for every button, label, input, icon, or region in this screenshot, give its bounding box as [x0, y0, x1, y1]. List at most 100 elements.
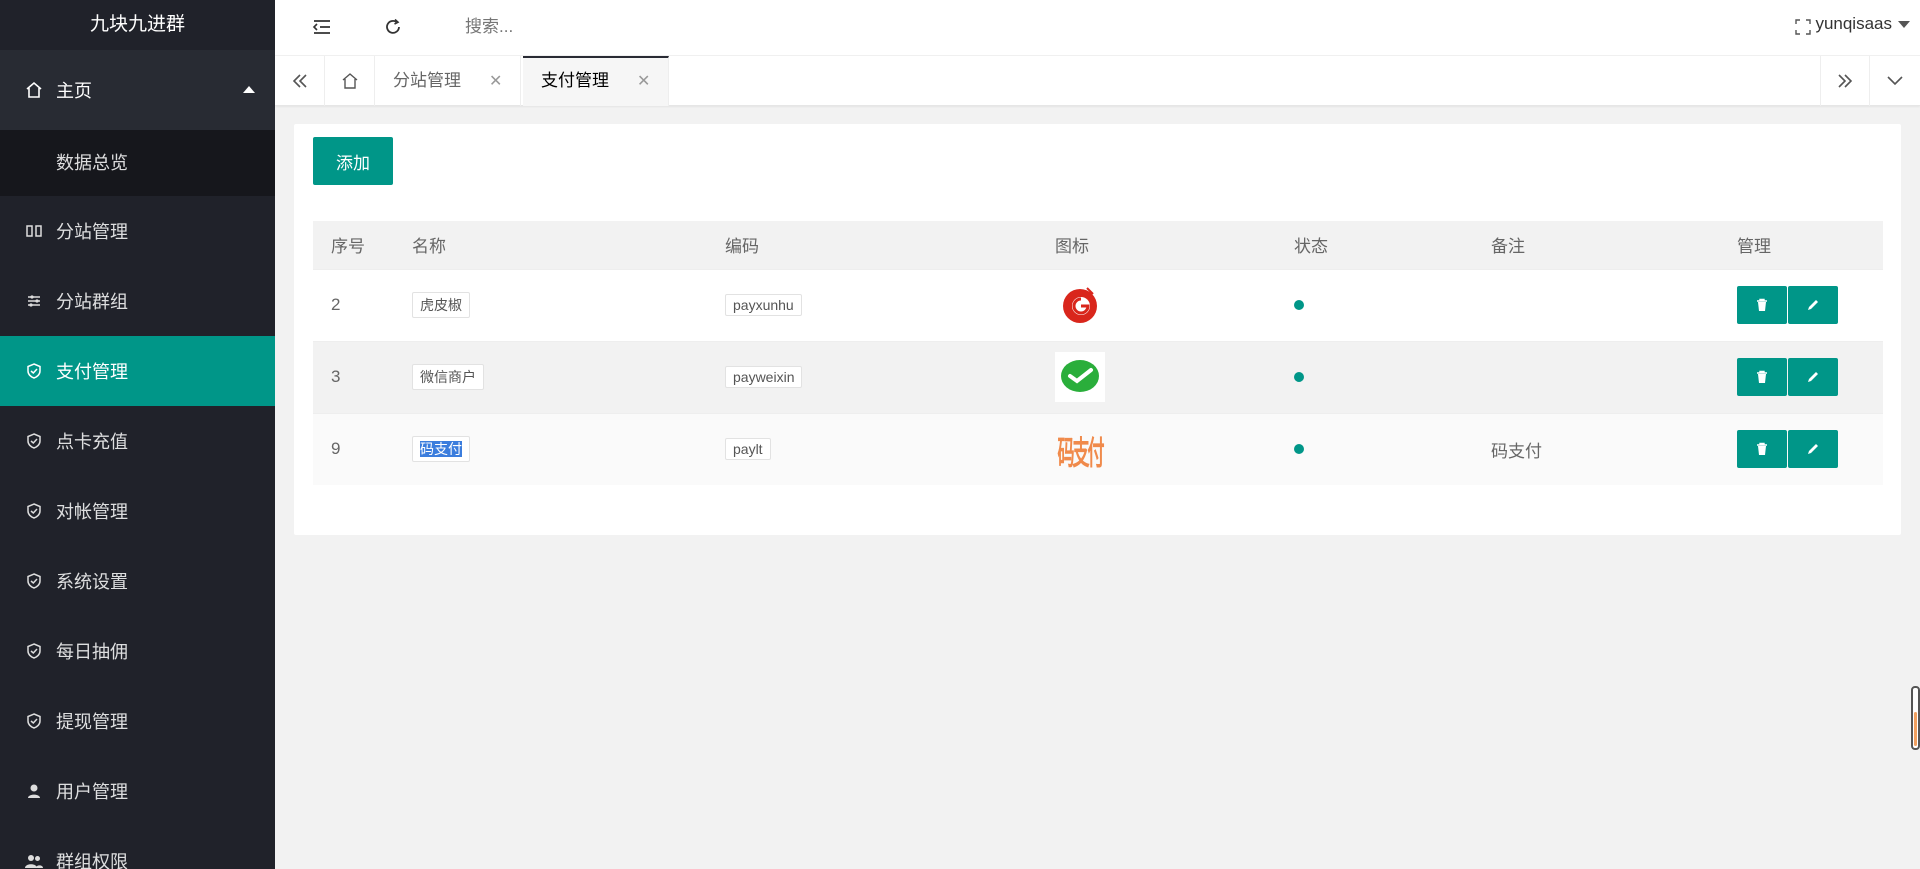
column-header: 备注	[1473, 221, 1719, 269]
sidebar-item-label: 群组权限	[56, 852, 128, 869]
shield-check-icon	[24, 641, 44, 661]
sidebar-item-label: 提现管理	[56, 712, 128, 732]
close-icon[interactable]: ✕	[489, 73, 502, 90]
edit-button[interactable]	[1788, 430, 1838, 469]
cell-remark	[1473, 268, 1719, 341]
pencil-icon	[1808, 300, 1818, 310]
name-tag: 微信商户	[412, 364, 484, 390]
table-row: 3 微信商户 payweixin	[313, 340, 1883, 413]
sidebar-item-home[interactable]: 主页	[0, 50, 275, 130]
table-row: 2 虎皮椒 payxunhu	[313, 268, 1883, 341]
search-input[interactable]	[465, 12, 765, 42]
cell-id: 9	[313, 412, 394, 485]
refresh-icon[interactable]	[378, 12, 408, 42]
user-icon	[24, 781, 44, 801]
column-header: 图标	[1037, 221, 1276, 269]
status-dot	[1294, 444, 1304, 455]
cell-remark: 码支付	[1473, 412, 1719, 485]
scrollbar-thumb[interactable]	[1911, 686, 1920, 750]
column-header: 编码	[707, 221, 1037, 269]
app-title: 九块九进群	[0, 0, 275, 50]
top-header: yunqisaas	[275, 0, 1920, 56]
sidebar-item-label: 用户管理	[56, 782, 128, 802]
tab-bar: 分站管理 ✕ 支付管理 ✕	[275, 56, 1920, 106]
edit-button[interactable]	[1788, 286, 1838, 324]
tab-substation[interactable]: 分站管理 ✕	[375, 56, 522, 106]
shield-check-icon	[24, 431, 44, 451]
tab-label: 支付管理	[541, 71, 609, 90]
shield-check-icon	[24, 571, 44, 591]
selected-text: 码支付	[420, 441, 462, 458]
shield-check-icon	[24, 711, 44, 731]
cell-id: 2	[313, 268, 394, 341]
name-tag: 虎皮椒	[412, 292, 470, 318]
sidebar-item-label: 系统设置	[56, 572, 128, 592]
column-header: 状态	[1276, 221, 1473, 269]
table-header-row: 序号 名称 编码 图标 状态 备注 管理	[313, 221, 1883, 269]
row-actions	[1737, 286, 1838, 324]
name-tag: 码支付	[412, 436, 470, 463]
mazhifu-logo-icon: 码支付	[1055, 424, 1105, 474]
sidebar-item-label: 分站管理	[56, 222, 128, 242]
sidebar-item-label: 点卡充值	[56, 432, 128, 452]
code-tag: payxunhu	[725, 294, 802, 316]
sidebar-item-payment[interactable]: 支付管理	[0, 336, 275, 406]
menu-fold-icon[interactable]	[307, 12, 337, 42]
delete-button[interactable]	[1737, 430, 1787, 469]
cell-remark	[1473, 340, 1719, 413]
tab-payment[interactable]: 支付管理 ✕	[523, 56, 670, 106]
edit-button[interactable]	[1788, 358, 1838, 396]
code-tag: paylt	[725, 438, 771, 461]
add-button[interactable]: 添加	[313, 137, 393, 185]
tab-label: 分站管理	[393, 71, 461, 90]
row-actions	[1737, 358, 1838, 396]
sidebar-item-users[interactable]: 用户管理	[0, 756, 275, 826]
user-menu[interactable]: yunqisaas	[1815, 14, 1910, 34]
tabs-menu-chevron-down-icon[interactable]	[1870, 56, 1920, 106]
sidebar-item-settings[interactable]: 系统设置	[0, 546, 275, 616]
payment-table: 序号 名称 编码 图标 状态 备注 管理 2 虎皮椒 payxunhu 3 微信…	[313, 221, 1883, 485]
sidebar-item-label: 每日抽佣	[56, 642, 128, 662]
wechat-logo-icon	[1055, 352, 1105, 402]
code-tag: payweixin	[725, 366, 803, 388]
sidebar-item-label: 对帐管理	[56, 502, 128, 522]
columns-icon	[24, 221, 44, 241]
delete-button[interactable]	[1737, 358, 1787, 396]
tabs-scroll-right-icon[interactable]	[1820, 56, 1870, 106]
sidebar-item-card-recharge[interactable]: 点卡充值	[0, 406, 275, 476]
shield-check-icon	[24, 361, 44, 381]
sidebar-item-substation[interactable]: 分站管理	[0, 196, 275, 266]
sidebar-item-substation-group[interactable]: 分站群组	[0, 266, 275, 336]
trash-icon	[1757, 370, 1767, 383]
status-dot	[1294, 300, 1304, 310]
sidebar-item-withdraw[interactable]: 提现管理	[0, 686, 275, 756]
sidebar-item-daily-commission[interactable]: 每日抽佣	[0, 616, 275, 686]
fullscreen-icon[interactable]	[1788, 12, 1818, 42]
pencil-icon	[1808, 444, 1818, 455]
trash-icon	[1757, 298, 1767, 311]
row-actions	[1737, 430, 1838, 469]
sidebar-item-label: 分站群组	[56, 292, 128, 312]
sidebar-subitem-overview[interactable]: 数据总览	[0, 130, 275, 196]
column-header: 名称	[394, 221, 707, 269]
sliders-icon	[24, 291, 44, 311]
sidebar-item-label: 主页	[56, 81, 92, 101]
close-icon[interactable]: ✕	[637, 73, 650, 90]
column-header: 管理	[1719, 221, 1883, 269]
tabs-scroll-left-icon[interactable]	[275, 56, 325, 106]
home-icon	[24, 80, 44, 100]
caret-up-icon	[243, 86, 255, 93]
sidebar-item-group-permissions[interactable]: 群组权限	[0, 826, 275, 869]
sidebar-item-label: 支付管理	[56, 362, 128, 382]
sidebar-item-reconciliation[interactable]: 对帐管理	[0, 476, 275, 546]
column-header: 序号	[313, 221, 394, 269]
home-tab-icon[interactable]	[325, 56, 375, 106]
trash-icon	[1757, 443, 1767, 456]
caret-down-icon	[1898, 20, 1910, 28]
users-icon	[24, 851, 44, 869]
xunhu-logo-icon	[1055, 280, 1105, 330]
table-row: 9 码支付 paylt 码支付 码支付	[313, 412, 1883, 485]
delete-button[interactable]	[1737, 286, 1787, 324]
pencil-icon	[1808, 372, 1818, 382]
status-dot	[1294, 372, 1304, 382]
